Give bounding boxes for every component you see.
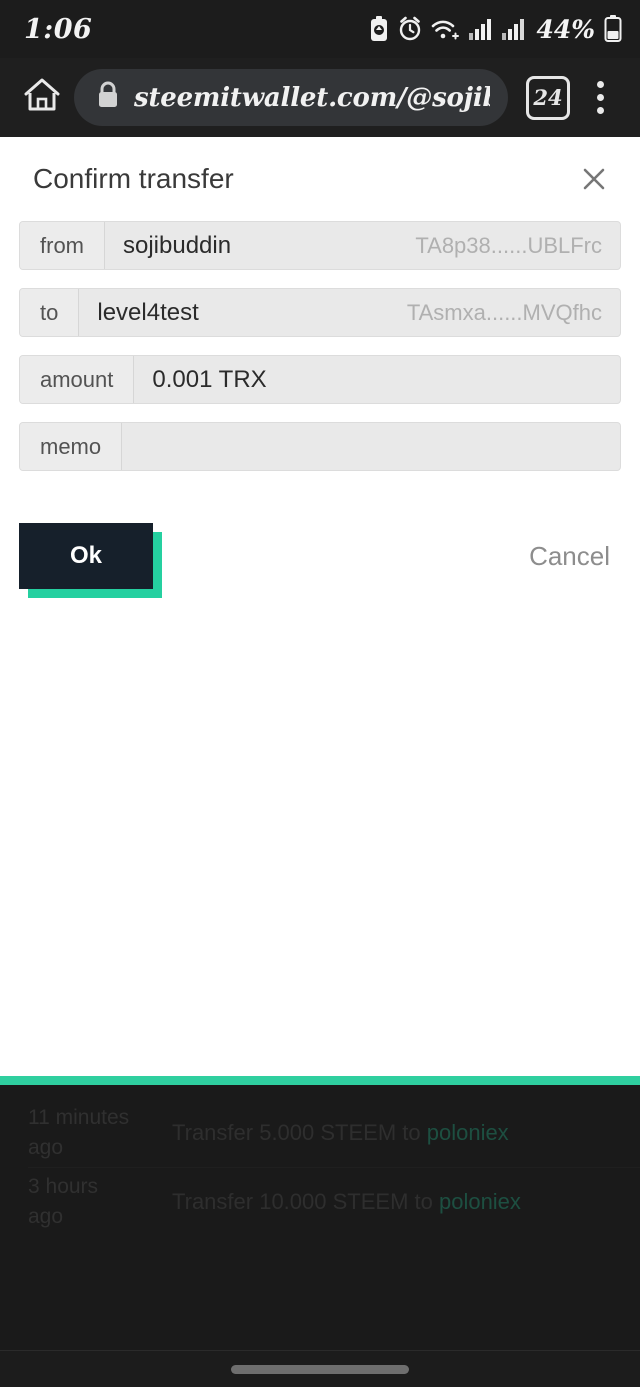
android-status-bar: 1:06 44% (0, 0, 640, 58)
browser-toolbar: steemitwallet.com/@sojibuddi 24 (0, 58, 640, 137)
close-icon (579, 164, 609, 199)
transaction-history: 11 minutes ago Transfer 5.000 STEEM to p… (0, 1076, 640, 1350)
history-timestamp: 3 hours ago (28, 1174, 99, 1228)
field-label: from (20, 222, 105, 269)
field-label: to (20, 289, 80, 336)
signal-icon (468, 16, 492, 42)
battery-saver-icon (369, 16, 389, 42)
ok-button-wrapper: Ok (19, 523, 162, 598)
lock-icon (96, 80, 120, 115)
field-label: amount (20, 356, 135, 403)
modal-actions: Ok Cancel (0, 489, 640, 598)
status-clock: 1:06 (24, 13, 93, 45)
tab-count-label: 24 (533, 85, 563, 110)
from-value: sojibuddin TA8p38......UBLFrc (105, 222, 620, 269)
android-nav-bar (0, 1350, 640, 1387)
wifi-icon (431, 16, 460, 42)
overflow-menu-button[interactable] (574, 70, 626, 126)
cancel-button[interactable]: Cancel (529, 541, 616, 572)
overflow-menu-icon (596, 107, 604, 114)
modal-header: Confirm transfer (0, 137, 640, 201)
accent-divider (0, 1076, 640, 1085)
list-item[interactable]: 11 minutes ago Transfer 5.000 STEEM to p… (0, 1099, 640, 1167)
overflow-menu-icon (596, 81, 604, 88)
field-row-memo: memo (19, 422, 621, 471)
battery-percent-label: 44% (536, 14, 595, 44)
ok-button[interactable]: Ok (19, 523, 153, 589)
home-icon (22, 76, 62, 119)
transfer-fields: from sojibuddin TA8p38......UBLFrc to le… (0, 201, 640, 471)
close-button[interactable] (574, 161, 614, 201)
battery-icon (604, 15, 622, 43)
from-username: sojibuddin (123, 231, 232, 259)
history-text: Transfer 5.000 STEEM to (172, 1120, 427, 1145)
history-account-link[interactable]: poloniex (427, 1120, 509, 1145)
gesture-pill[interactable] (231, 1364, 409, 1374)
history-account-link[interactable]: poloniex (439, 1189, 521, 1214)
to-address: TAsmxa......MVQfhc (406, 299, 602, 325)
address-bar[interactable]: steemitwallet.com/@sojibuddi (74, 69, 508, 126)
to-username: level4test (97, 298, 199, 326)
history-description: Transfer 10.000 STEEM to poloniex (146, 1189, 521, 1215)
tab-counter-button[interactable]: 24 (526, 75, 570, 120)
amount-value: 0.001 TRX (152, 365, 267, 393)
history-text: Transfer 10.000 STEEM to (172, 1189, 439, 1214)
field-label: memo (20, 423, 123, 470)
history-description: Transfer 5.000 STEEM to poloniex (146, 1120, 509, 1146)
from-address: TA8p38......UBLFrc (415, 232, 602, 258)
field-row-from: from sojibuddin TA8p38......UBLFrc (19, 221, 621, 270)
overflow-menu-icon (596, 94, 604, 101)
list-item[interactable]: 3 hours ago Transfer 10.000 STEEM to pol… (0, 1168, 640, 1236)
field-row-to: to level4test TAsmxa......MVQfhc (19, 288, 621, 337)
home-button[interactable] (14, 70, 70, 126)
alarm-icon (398, 16, 422, 42)
memo-value (122, 423, 620, 470)
url-text: steemitwallet.com/@sojibuddi (134, 82, 490, 113)
signal-icon (501, 16, 525, 42)
page-title: Confirm transfer (33, 163, 234, 194)
field-row-amount: amount 0.001 TRX (19, 355, 621, 404)
to-value: level4test TAsmxa......MVQfhc (79, 289, 620, 336)
status-icon-tray: 44% (369, 15, 622, 44)
history-timestamp: 11 minutes ago (28, 1105, 130, 1159)
